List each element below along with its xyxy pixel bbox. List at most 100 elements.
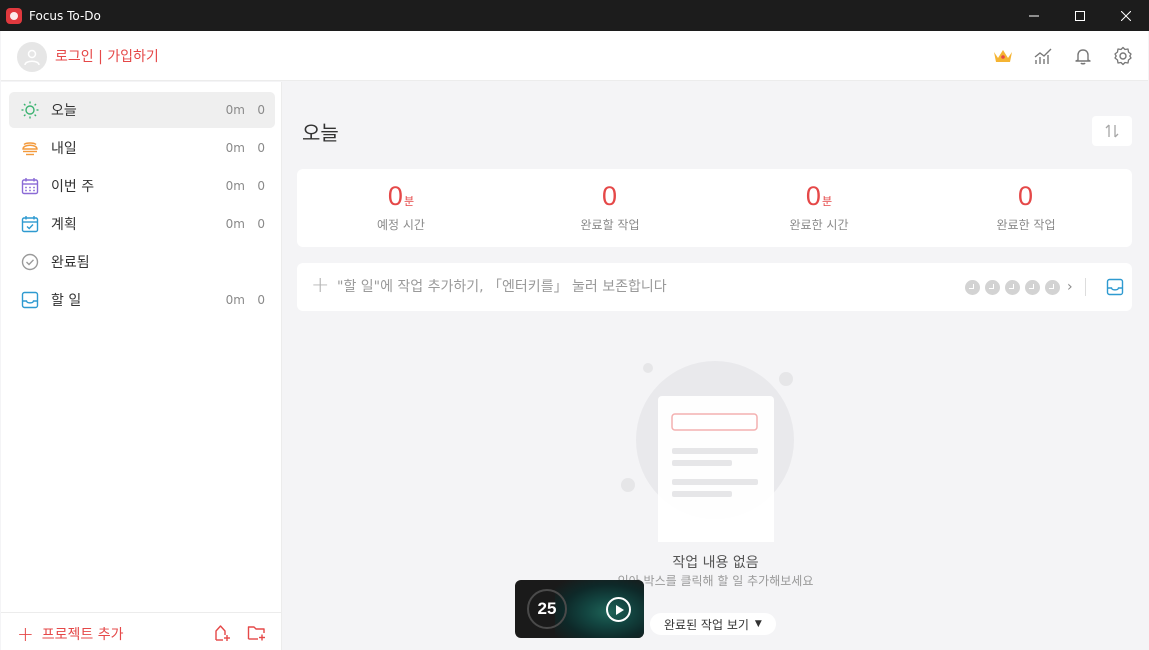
folder-add-icon [247,626,265,641]
sidebar-item-count: 0 [257,293,265,307]
sidebar-item-label: 이번 주 [51,179,95,195]
stat-label: 완료한 작업 [996,218,1056,232]
empty-state-subtitle: 인아 박스를 클릭해 할 일 추가해보세요 [617,574,814,588]
close-icon [1121,10,1131,21]
add-project-button[interactable]: + 프로젝트 추가 [17,624,124,644]
pomodoro-icon[interactable] [1025,279,1040,295]
minimize-button[interactable] [1011,0,1057,31]
sidebar-item-completed[interactable]: 완료됨 [9,244,275,280]
sidebar-item-count: 0 [257,103,265,117]
sidebar-item-label: 계획 [51,217,77,233]
maximize-button[interactable] [1057,0,1103,31]
pomodoro-icon[interactable] [1005,279,1020,295]
pomodoro-estimate-selector[interactable]: › [965,279,1073,295]
sun-icon [21,101,39,119]
pomodoro-icon[interactable] [1045,279,1060,295]
stat-completed-tasks: 0 완료한 작업 [922,169,1130,247]
add-tag-button[interactable] [212,623,232,643]
stats-panel: 0분 예정 시간 0 완료할 작업 0분 완료한 시간 0 완료한 작업 [297,169,1132,247]
stat-label: 예정 시간 [377,218,425,232]
sidebar-item-time: 0m [225,293,245,307]
play-icon [615,604,624,615]
sunset-icon [21,139,39,157]
sidebar-item-count: 0 [257,217,265,231]
calendar-check-icon [21,215,39,233]
notifications-button[interactable] [1071,44,1095,68]
close-button[interactable] [1103,0,1149,31]
minimize-icon [1029,15,1039,16]
sidebar-item-time: 0m [225,103,245,117]
plus-icon: + [17,622,34,646]
page-title: 오늘 [302,121,339,145]
chevron-right-icon[interactable]: › [1067,279,1073,295]
pomodoro-timer-widget[interactable]: 25 [515,580,644,638]
stat-tasks-to-complete: 0 완료할 작업 [506,169,714,247]
empty-state-illustration-icon [621,361,794,542]
stat-label: 완료한 시간 [789,218,849,232]
sidebar-item-count: 0 [257,179,265,193]
timer-minutes: 25 [537,599,557,618]
pomodoro-icon[interactable] [965,279,980,295]
sidebar-item-label: 오늘 [51,103,77,119]
window-controls [1011,0,1149,31]
stat-unit: 분 [821,195,833,208]
divider [1085,278,1086,296]
add-project-label: 프로젝트 추가 [41,627,124,643]
gear-icon [1114,46,1132,66]
plus-icon: + [311,273,330,298]
app-logo-icon [6,7,22,24]
stat-estimated-time: 0분 예정 시간 [297,169,505,247]
sidebar-footer: + 프로젝트 추가 [1,612,281,650]
sidebar-item-count: 0 [257,141,265,155]
add-task-input[interactable] [337,275,947,299]
add-folder-button[interactable] [247,623,267,643]
sort-button[interactable] [1092,116,1132,146]
sidebar-item-time: 0m [225,217,245,231]
sidebar: 오늘 0m 0 내일 0m 0 이번 주 0m 0 계획 0m 0 완료됨 할 … [1,82,282,650]
stat-unit: 분 [403,195,415,208]
stat-value: 0 [387,181,403,211]
empty-state-title: 작업 내용 없음 [672,555,759,571]
stat-value: 0 [1017,181,1034,211]
calendar-week-icon [21,177,39,195]
avatar[interactable] [17,42,47,72]
sidebar-item-label: 할 일 [51,293,82,309]
add-task-bar: + › [297,263,1132,311]
premium-button[interactable] [991,44,1015,68]
caret-down-icon: ▼ [754,619,762,629]
sidebar-item-label: 완료됨 [51,255,90,271]
stat-value: 0 [601,181,618,211]
inbox-icon [1106,278,1124,296]
stat-elapsed-time: 0분 완료한 시간 [715,169,923,247]
sidebar-item-today[interactable]: 오늘 0m 0 [9,92,275,128]
show-completed-button[interactable]: 완료된 작업 보기 ▼ [650,613,776,635]
stat-value: 0 [805,181,821,211]
app-header: 로그인 | 가입하기 [1,31,1148,81]
sort-icon [1105,124,1119,138]
sidebar-item-this-week[interactable]: 이번 주 0m 0 [9,168,275,204]
window-title: Focus To-Do [29,8,101,23]
sidebar-item-label: 내일 [51,141,77,157]
tag-add-icon [215,625,230,641]
login-signup-link[interactable]: 로그인 | 가입하기 [55,46,159,66]
project-select-button[interactable] [1105,277,1125,297]
crown-icon [994,50,1012,62]
sidebar-item-tasks[interactable]: 할 일 0m 0 [9,282,275,318]
sidebar-item-tomorrow[interactable]: 내일 0m 0 [9,130,275,166]
sidebar-item-time: 0m [225,141,245,155]
title-bar: Focus To-Do [0,0,1149,31]
timer-ring: 25 [527,589,567,629]
sidebar-item-planned[interactable]: 계획 0m 0 [9,206,275,242]
inbox-icon [21,291,39,309]
timer-play-button[interactable] [606,597,631,622]
bell-icon [1075,49,1091,65]
stat-label: 완료할 작업 [580,218,640,232]
settings-button[interactable] [1111,44,1135,68]
main-content: 오늘 0분 예정 시간 0 완료할 작업 0분 완료한 시간 0 완료한 작업 … [283,82,1148,650]
sidebar-item-time: 0m [225,179,245,193]
pomodoro-icon[interactable] [985,279,1000,295]
user-icon [24,49,40,66]
chart-icon [1034,48,1052,64]
check-circle-icon [21,253,39,271]
statistics-button[interactable] [1031,44,1055,68]
